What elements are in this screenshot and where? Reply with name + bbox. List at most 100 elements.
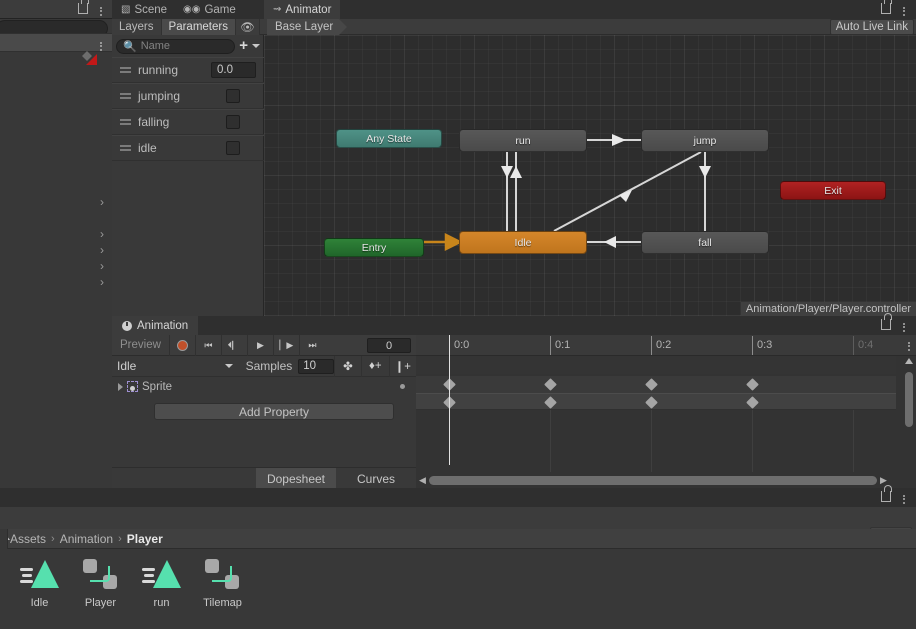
asset-item-idle[interactable]: Idle bbox=[16, 557, 63, 629]
drag-handle-icon[interactable] bbox=[120, 117, 131, 128]
inspector-panel: › › › › › bbox=[0, 0, 112, 488]
inspector-foldout-arrow[interactable]: › bbox=[100, 275, 104, 289]
lock-icon[interactable] bbox=[881, 313, 892, 330]
lock-icon[interactable] bbox=[78, 0, 89, 14]
tab-dopesheet[interactable]: Dopesheet bbox=[256, 468, 336, 489]
inspector-foldout-arrow[interactable]: › bbox=[100, 227, 104, 241]
animation-timeline-ruler[interactable]: 0:0 0:1 0:2 0:3 0:4 bbox=[416, 335, 916, 356]
inspector-component-row[interactable] bbox=[0, 33, 112, 52]
keyframe[interactable] bbox=[645, 378, 658, 391]
scrollbar-thumb[interactable] bbox=[429, 475, 877, 485]
property-options-icon[interactable] bbox=[400, 384, 405, 389]
tab-animation[interactable]: Animation bbox=[112, 316, 199, 335]
add-property-button[interactable]: Add Property bbox=[154, 403, 394, 420]
asset-item-tilemap[interactable]: Tilemap bbox=[199, 557, 246, 629]
keyframe[interactable] bbox=[544, 378, 557, 391]
prev-frame-button[interactable]: ⏴▏ bbox=[220, 334, 247, 356]
breadcrumb-assets[interactable]: Assets bbox=[10, 532, 46, 546]
samples-input[interactable]: 10 bbox=[298, 358, 334, 374]
dopesheet-horizontal-scrollbar[interactable]: ◀ ▶ bbox=[416, 472, 896, 488]
animation-dopesheet-pane[interactable]: 0:0 0:1 0:2 0:3 0:4 ◀ ▶ bbox=[416, 335, 916, 488]
keyframe[interactable] bbox=[544, 396, 557, 409]
kebab-menu-icon[interactable] bbox=[903, 5, 906, 17]
scrollbar-thumb[interactable] bbox=[905, 372, 913, 427]
asset-item-run[interactable]: run bbox=[138, 557, 185, 629]
chevron-right-icon[interactable] bbox=[118, 382, 123, 391]
node-jump[interactable]: jump bbox=[641, 129, 769, 152]
keyframe-lane-sprite[interactable] bbox=[416, 393, 896, 410]
last-frame-button[interactable]: ⏭ bbox=[298, 334, 325, 356]
kebab-menu-icon[interactable] bbox=[100, 40, 103, 52]
lock-icon[interactable] bbox=[881, 485, 892, 502]
play-button[interactable]: ▶ bbox=[246, 334, 273, 356]
next-frame-button[interactable]: ▏▶ bbox=[272, 334, 299, 356]
node-any-state[interactable]: Any State bbox=[336, 129, 442, 148]
animator-icon: ⇝ bbox=[273, 4, 282, 15]
animation-clip-row: Idle Samples 10 ✤ ♦+ ❙+ bbox=[112, 355, 416, 377]
preview-button[interactable]: Preview bbox=[112, 339, 169, 351]
kebab-menu-icon[interactable] bbox=[903, 321, 906, 333]
parameter-row-falling[interactable]: falling bbox=[112, 109, 264, 135]
keyframe[interactable] bbox=[645, 396, 658, 409]
breadcrumb-base-layer[interactable]: Base Layer bbox=[267, 19, 348, 35]
record-icon[interactable] bbox=[168, 334, 195, 356]
animator-state-graph[interactable]: Any State Entry Exit run jump Idle fall … bbox=[264, 35, 916, 316]
parameter-row-idle[interactable]: idle bbox=[112, 135, 264, 161]
tab-parameters[interactable]: Parameters bbox=[161, 19, 236, 35]
tab-scene[interactable]: ▧ Scene bbox=[112, 0, 176, 19]
node-idle[interactable]: Idle bbox=[459, 231, 587, 254]
inspector-foldout-arrow[interactable]: › bbox=[100, 243, 104, 257]
frame-number-field[interactable]: 0 bbox=[367, 338, 411, 353]
drag-handle-icon[interactable] bbox=[120, 65, 131, 76]
node-entry[interactable]: Entry bbox=[324, 238, 424, 257]
project-asset-grid[interactable]: Idle Player run Tilemap bbox=[0, 549, 916, 629]
property-label: Sprite bbox=[142, 380, 173, 393]
parameter-search-input[interactable]: 🔍 Name bbox=[116, 38, 236, 54]
parameter-bool-checkbox[interactable] bbox=[226, 115, 240, 129]
scroll-up-arrow[interactable] bbox=[905, 358, 913, 364]
drag-handle-icon[interactable] bbox=[120, 91, 131, 102]
kebab-menu-icon[interactable] bbox=[903, 493, 906, 505]
asset-item-player[interactable]: Player bbox=[77, 557, 124, 629]
parameter-bool-checkbox[interactable] bbox=[226, 141, 240, 155]
breadcrumb-player[interactable]: Player bbox=[127, 532, 163, 546]
playhead[interactable] bbox=[449, 335, 450, 465]
node-fall[interactable]: fall bbox=[641, 231, 769, 254]
tab-game[interactable]: ◉◉ Game bbox=[174, 0, 245, 19]
add-event-icon[interactable]: ❙+ bbox=[388, 355, 416, 377]
add-keyframe-filter-icon[interactable]: ✤ bbox=[333, 355, 361, 377]
first-frame-button[interactable]: ⏮ bbox=[194, 334, 221, 356]
chevron-down-icon[interactable] bbox=[252, 44, 260, 48]
lock-icon[interactable] bbox=[881, 0, 892, 14]
tab-label: Animation bbox=[137, 319, 189, 332]
node-run[interactable]: run bbox=[459, 129, 587, 152]
parameter-row-jumping[interactable]: jumping bbox=[112, 83, 264, 109]
clip-select-dropdown[interactable]: Idle bbox=[112, 356, 238, 377]
breadcrumb-animation[interactable]: Animation bbox=[60, 532, 113, 546]
kebab-menu-icon[interactable] bbox=[100, 5, 103, 17]
animation-tab-bar: Animation bbox=[112, 313, 916, 335]
eye-icon[interactable]: 👁 bbox=[235, 19, 260, 35]
keyframe[interactable] bbox=[746, 396, 759, 409]
node-exit[interactable]: Exit bbox=[780, 181, 886, 200]
tab-layers[interactable]: Layers bbox=[112, 19, 162, 35]
add-keyframe-icon[interactable]: ♦+ bbox=[361, 355, 388, 377]
dopesheet-vertical-scrollbar[interactable] bbox=[902, 356, 916, 472]
add-parameter-button[interactable]: + bbox=[239, 38, 248, 53]
scroll-right-arrow[interactable]: ▶ bbox=[877, 475, 890, 486]
parameter-bool-checkbox[interactable] bbox=[226, 89, 240, 103]
keyframe-lane-summary[interactable] bbox=[416, 376, 896, 393]
parameter-float-field[interactable]: 0.0 bbox=[211, 62, 256, 78]
parameter-row-running[interactable]: running 0.0 bbox=[112, 57, 264, 83]
inspector-foldout-arrow[interactable]: › bbox=[100, 259, 104, 273]
keyframe[interactable] bbox=[746, 378, 759, 391]
tab-animator[interactable]: ⇝ Animator bbox=[264, 0, 341, 19]
tab-curves[interactable]: Curves bbox=[336, 468, 416, 489]
animation-mode-tabs: Dopesheet Curves bbox=[112, 467, 416, 489]
drag-handle-icon[interactable] bbox=[120, 143, 131, 154]
scroll-left-arrow[interactable]: ◀ bbox=[416, 475, 429, 486]
inspector-foldout-arrow[interactable]: › bbox=[100, 195, 104, 209]
kebab-menu-icon[interactable] bbox=[908, 340, 911, 352]
property-row-sprite[interactable]: Sprite bbox=[112, 377, 416, 396]
auto-live-link-button[interactable]: Auto Live Link bbox=[829, 19, 914, 35]
